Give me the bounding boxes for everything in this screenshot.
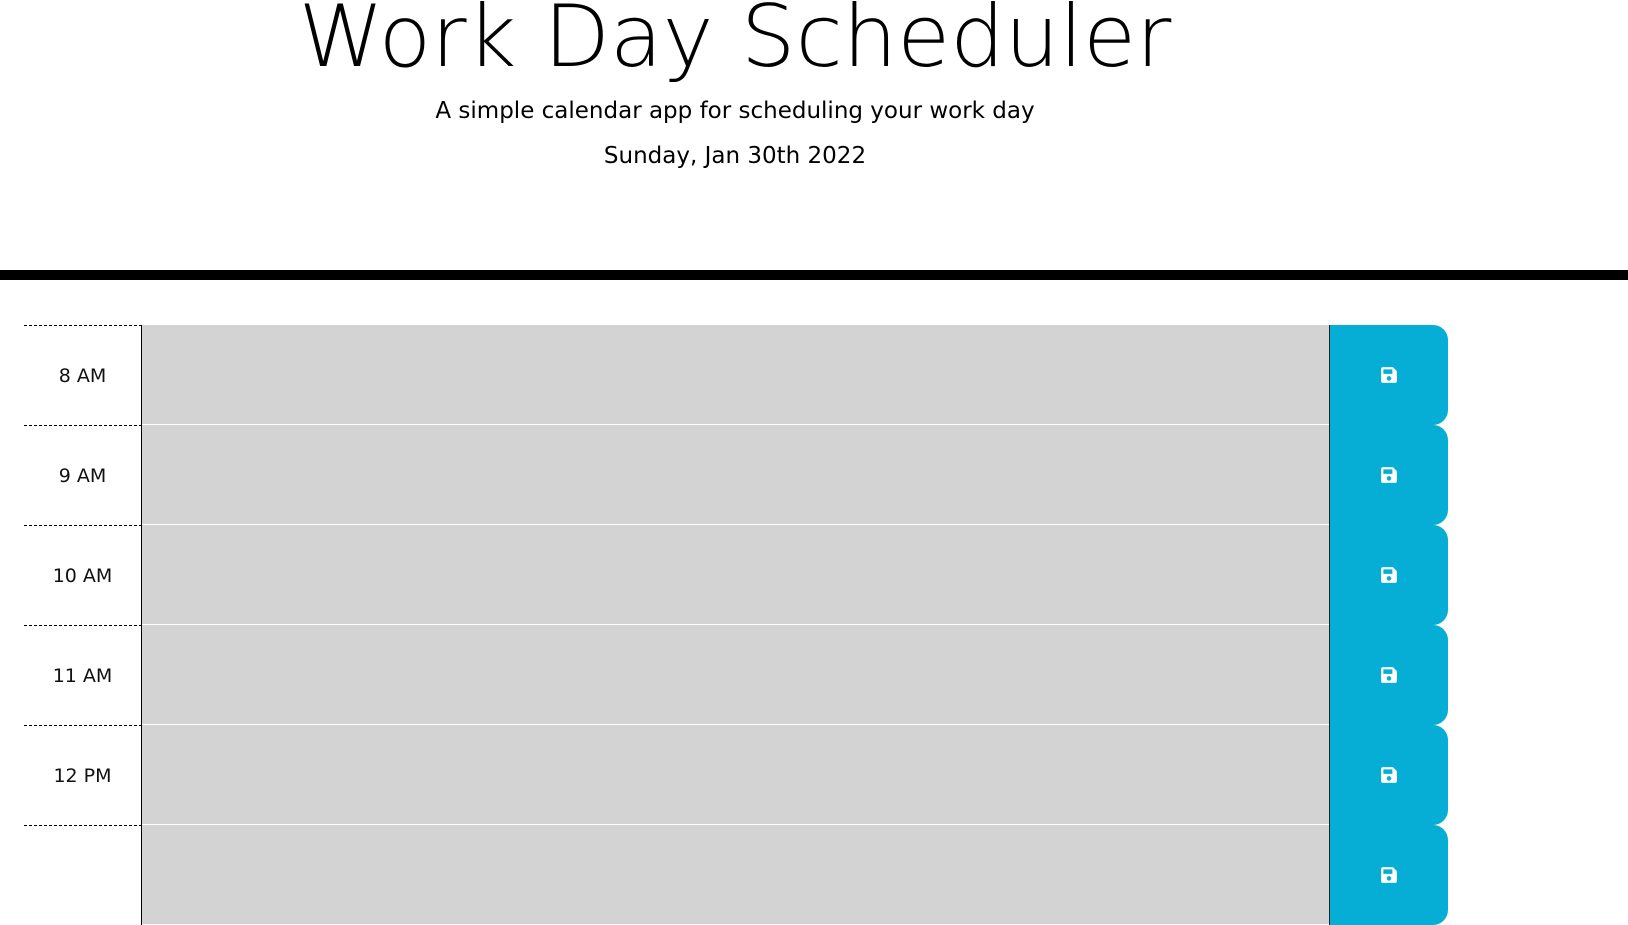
time-block-1pm xyxy=(24,825,1448,925)
time-block-12pm: 12 PM xyxy=(24,725,1448,825)
hour-label xyxy=(24,825,142,925)
event-description-input[interactable] xyxy=(142,625,1329,725)
event-description-input[interactable] xyxy=(142,825,1329,925)
time-block-10am: 10 AM xyxy=(24,525,1448,625)
hour-label: 8 AM xyxy=(24,325,142,425)
event-description-input[interactable] xyxy=(142,425,1329,525)
save-icon xyxy=(1381,667,1397,683)
hour-label: 10 AM xyxy=(24,525,142,625)
save-button[interactable] xyxy=(1329,525,1448,625)
save-icon xyxy=(1381,467,1397,483)
event-description-input[interactable] xyxy=(142,725,1329,825)
save-icon xyxy=(1381,767,1397,783)
hour-label: 12 PM xyxy=(24,725,142,825)
save-icon xyxy=(1381,367,1397,383)
page-subtitle: A simple calendar app for scheduling you… xyxy=(435,98,1035,124)
event-description-input[interactable] xyxy=(142,325,1329,425)
hour-label: 9 AM xyxy=(24,425,142,525)
hour-label: 11 AM xyxy=(24,625,142,725)
save-button[interactable] xyxy=(1329,325,1448,425)
save-button[interactable] xyxy=(1329,825,1448,925)
page-title: Work Day Scheduler xyxy=(298,0,1172,87)
time-block-8am: 8 AM xyxy=(24,325,1448,425)
event-description-input[interactable] xyxy=(142,525,1329,625)
time-block-11am: 11 AM xyxy=(24,625,1448,725)
header: Work Day Scheduler A simple calendar app… xyxy=(0,0,1628,280)
current-day: Sunday, Jan 30th 2022 xyxy=(603,143,867,169)
save-icon xyxy=(1381,567,1397,583)
schedule-container: 8 AM 9 AM 10 AM 11 AM 12 PM xyxy=(24,325,1448,925)
save-icon xyxy=(1381,867,1397,883)
save-button[interactable] xyxy=(1329,425,1448,525)
time-block-9am: 9 AM xyxy=(24,425,1448,525)
save-button[interactable] xyxy=(1329,625,1448,725)
save-button[interactable] xyxy=(1329,725,1448,825)
